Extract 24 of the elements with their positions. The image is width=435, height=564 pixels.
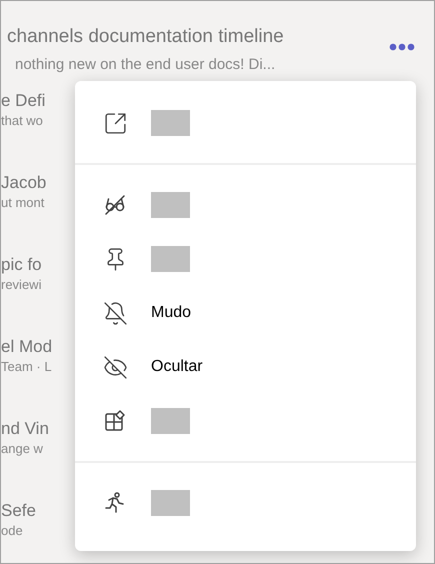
menu-item-label: Mudo bbox=[151, 303, 192, 323]
chat-title: Sefe bbox=[1, 500, 36, 522]
redaction-block bbox=[151, 246, 190, 272]
chat-title: nd Vin bbox=[1, 418, 49, 440]
chat-title: Jacob bbox=[1, 172, 46, 194]
more-icon[interactable] bbox=[389, 43, 415, 51]
chat-preview: ode bbox=[1, 522, 23, 540]
chat-preview: reviewi bbox=[1, 276, 42, 294]
chat-title: e Defi bbox=[1, 90, 46, 112]
redaction-block bbox=[151, 192, 190, 218]
message-preview: nothing new on the end user docs! Di... bbox=[14, 54, 276, 74]
redaction-block bbox=[151, 408, 190, 434]
message-title: channels documentation timeline bbox=[7, 25, 284, 49]
menu-item[interactable]: Ocultar bbox=[75, 340, 416, 394]
menu-item[interactable]: Mudo bbox=[75, 286, 416, 340]
chat-title: pic fo bbox=[1, 254, 42, 276]
chat-preview: that wo bbox=[1, 112, 43, 130]
menu-item-label: Ocultar bbox=[151, 357, 203, 377]
redaction-block bbox=[151, 110, 190, 136]
chat-preview: Team · L bbox=[1, 358, 52, 376]
redaction-block bbox=[151, 490, 190, 516]
chat-preview: ange w bbox=[1, 440, 43, 458]
chat-preview: ut mont bbox=[1, 194, 44, 212]
chat-title: el Mod bbox=[1, 336, 52, 358]
